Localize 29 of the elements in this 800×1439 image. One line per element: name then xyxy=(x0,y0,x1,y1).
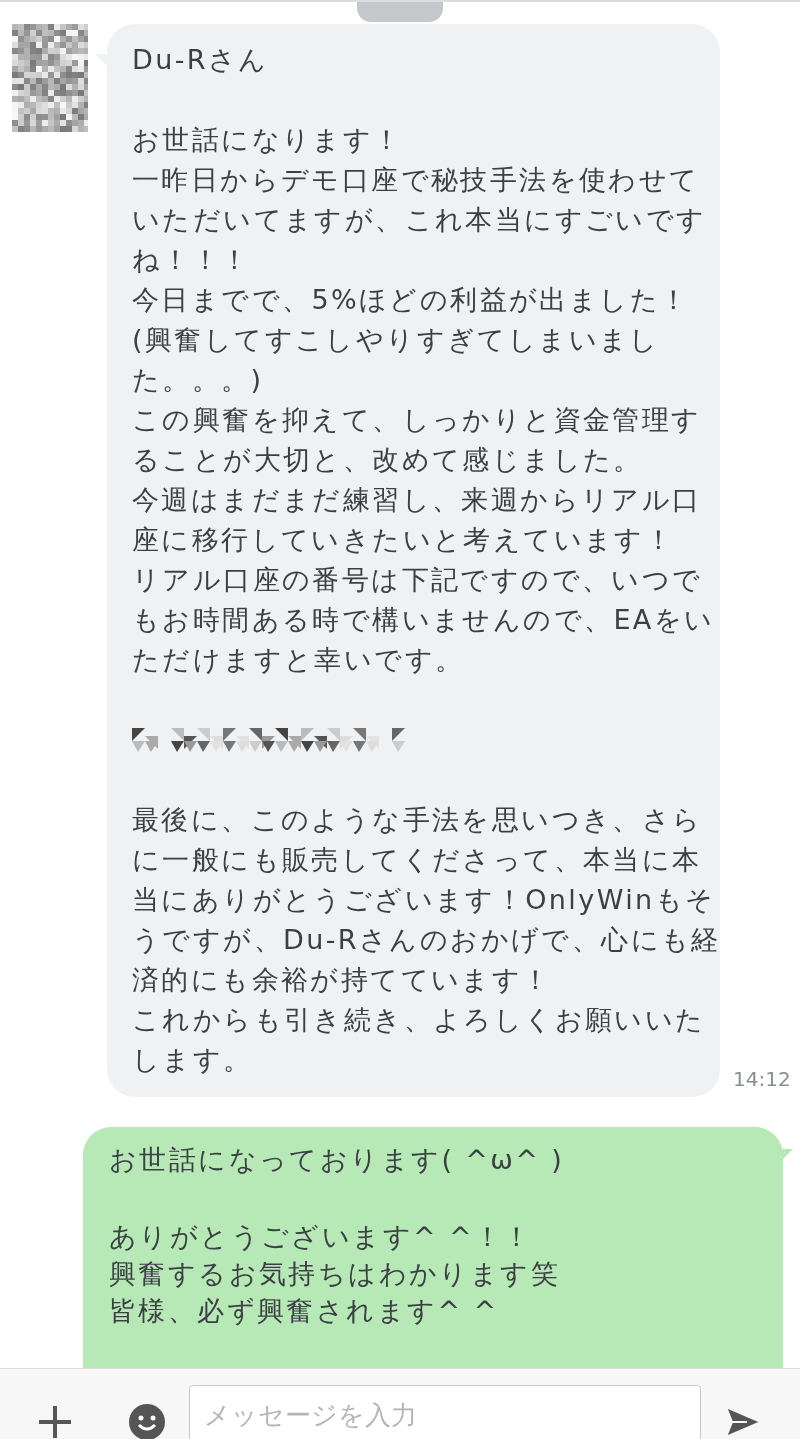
smiley-icon[interactable] xyxy=(127,1402,167,1439)
message-line: (興奮してすこしやりすぎてしまいまし xyxy=(132,323,660,357)
message-line: 済的にも余裕が持てています！ xyxy=(132,963,552,997)
message-line: 皆様、必ず興奮されます^ ^ xyxy=(109,1294,499,1328)
message-line: 今日までで、5%ほどの利益が出ました！ xyxy=(132,283,690,317)
message-line: ただけますと幸いです。 xyxy=(132,643,465,677)
message-line: 最後に、このような手法を思いつき、さら xyxy=(132,803,703,837)
message-line: Du-Rさん xyxy=(132,43,269,77)
message-line: これからも引き続き、よろしくお願いいた xyxy=(132,1003,706,1037)
message-line: もお時間ある時で構いませんので、EAをい xyxy=(132,603,715,637)
message-line: ね！！！ xyxy=(132,243,251,277)
message-line: ることが大切と、改めて感じました。 xyxy=(132,443,643,477)
message-line: 当にありがとうございます！OnlyWinもそ xyxy=(132,883,716,917)
message-line: うですが、Du-Rさんのおかげで、心にも経 xyxy=(132,923,721,957)
message-line: します。 xyxy=(132,1043,253,1077)
message-time: 14:12 xyxy=(733,1067,791,1091)
message-line: リアル口座の番号は下記ですので、いつで xyxy=(132,563,703,597)
message-input-field[interactable]: メッセージを入力 xyxy=(189,1385,701,1439)
message-line: いただいてますが、これ本当にすごいです xyxy=(132,203,707,237)
message-line: お世話になります！ xyxy=(132,123,403,157)
message-line: ありがとうございます^ ^！！ xyxy=(109,1220,533,1254)
message-line: に一般にも販売してくださって、本当に本 xyxy=(132,843,702,877)
message-line: 興奮するお気持ちはわかります笑 xyxy=(109,1257,560,1291)
message-line: 座に移行していきたいと考えています！ xyxy=(132,523,675,557)
message-line: この興奮を抑えて、しっかりと資金管理す xyxy=(132,403,702,437)
message-line: 一昨日からデモ口座で秘技手法を使わせて xyxy=(132,163,700,197)
message-line: お世話になっております( ^ω^ ) xyxy=(109,1143,565,1177)
message-line: た。。。) xyxy=(132,363,264,397)
message-line: 今週はまだまだ練習し、来週からリアル口 xyxy=(132,483,702,517)
